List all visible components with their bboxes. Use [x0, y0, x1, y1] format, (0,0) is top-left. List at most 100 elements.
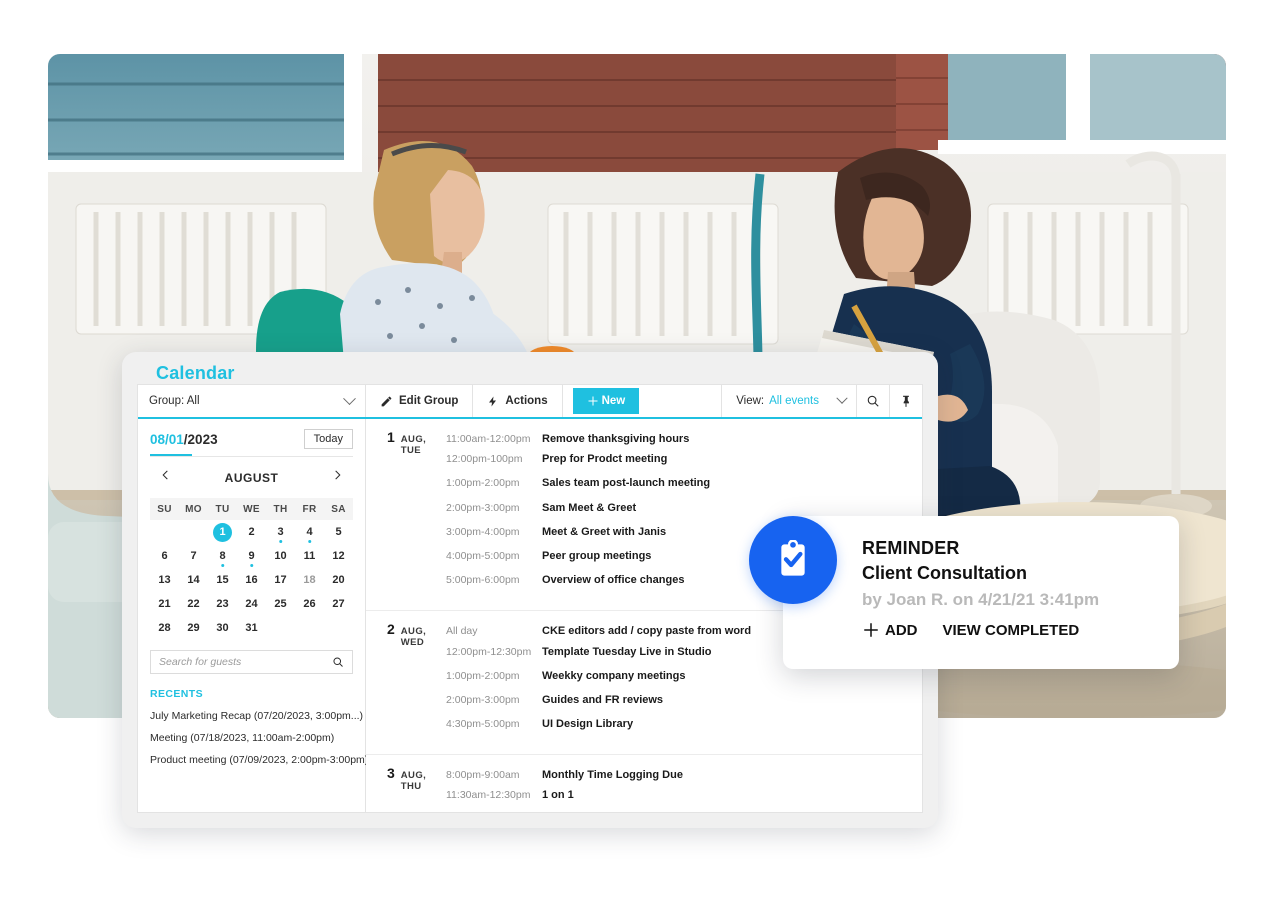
event-title: Sam Meet & Greet	[542, 501, 637, 514]
recent-item[interactable]: Meeting (07/18/2023, 11:00am-2:00pm)	[150, 732, 353, 744]
day-cell-20[interactable]: 20	[324, 568, 353, 592]
event-row[interactable]: 11:30am-12:30pm 1 on 1	[366, 789, 922, 812]
day-cell-27[interactable]: 27	[324, 592, 353, 616]
group-filter-dropdown[interactable]: Group: All	[138, 385, 366, 417]
chevron-right-icon	[335, 470, 341, 480]
prev-month-button[interactable]	[156, 466, 175, 489]
weekday-header-row: SU MO TU WE TH FR SA	[150, 498, 353, 520]
event-row[interactable]: 2:00pm-3:00pm Guides and FR reviews	[366, 694, 922, 718]
day-cell-23[interactable]: 23	[208, 592, 237, 616]
event-day-number: 2	[387, 621, 395, 638]
day-event-dot	[220, 563, 225, 567]
weekday-we: WE	[243, 503, 260, 515]
day-number: 31	[245, 622, 258, 634]
weekday-sa: SA	[331, 503, 346, 515]
day-cell-15[interactable]: 15	[208, 568, 237, 592]
day-cell-24[interactable]: 24	[237, 592, 266, 616]
day-cell-13[interactable]: 13	[150, 568, 179, 592]
day-event-dot	[278, 539, 283, 543]
next-month-button[interactable]	[328, 466, 347, 489]
day-number: 14	[187, 574, 200, 586]
day-number: 6	[161, 550, 168, 562]
day-cell-6[interactable]: 6	[150, 544, 179, 568]
plus-icon	[864, 623, 878, 637]
pin-button[interactable]	[889, 385, 922, 417]
day-number: 25	[274, 598, 287, 610]
recent-item[interactable]: Product meeting (07/09/2023, 2:00pm-3:00…	[150, 754, 368, 766]
day-number: 27	[332, 598, 345, 610]
day-cell-5[interactable]: 5	[324, 520, 353, 544]
chevron-down-icon	[343, 391, 356, 405]
event-title: 1 on 1	[542, 789, 574, 802]
event-time: 12:00pm-100pm	[446, 453, 523, 466]
event-row[interactable]: 12:00pm-100pm Prep for Prodct meeting	[366, 453, 922, 477]
search-icon	[867, 395, 879, 407]
day-cell-11[interactable]: 11	[295, 544, 324, 568]
plus-icon	[588, 396, 598, 406]
new-button[interactable]: New	[572, 388, 640, 414]
day-cell-17[interactable]: 17	[266, 568, 295, 592]
day-cell-26[interactable]: 26	[295, 592, 324, 616]
edit-group-button[interactable]: Edit Group	[366, 385, 474, 417]
event-day-name: AUG, WED	[400, 626, 427, 649]
event-time: 2:00pm-3:00pm	[446, 693, 520, 706]
reminder-icon-badge	[749, 516, 837, 604]
day-cell-3[interactable]: 3	[266, 520, 295, 544]
event-row[interactable]: 4:30pm-5:00pm UI Design Library	[366, 718, 922, 742]
day-cell-30[interactable]: 30	[208, 616, 237, 640]
reminder-view-completed-button[interactable]: VIEW COMPLETED	[943, 622, 1080, 639]
day-cell-22[interactable]: 22	[179, 592, 208, 616]
reminder-add-button[interactable]: ADD	[862, 621, 918, 639]
search-button[interactable]	[856, 385, 889, 417]
day-cell-2[interactable]: 2	[237, 520, 266, 544]
day-cell-7[interactable]: 7	[179, 544, 208, 568]
day-cell-empty	[324, 616, 353, 640]
day-cell-29[interactable]: 29	[179, 616, 208, 640]
day-number: 8	[219, 550, 226, 562]
guest-search-input[interactable]	[159, 656, 332, 668]
event-row[interactable]: 1 AUG, TUE 11:00am-12:00pm Remove thanksgiv…	[366, 429, 922, 456]
day-cell-28[interactable]: 28	[150, 616, 179, 640]
day-cell-12[interactable]: 12	[324, 544, 353, 568]
day-cell-10[interactable]: 10	[266, 544, 295, 568]
event-row[interactable]: 1:00pm-2:00pm Sales team post-launch meet…	[366, 477, 922, 501]
lightning-icon	[489, 396, 497, 406]
group-filter-label: Group: All	[149, 395, 200, 407]
page-title: Calendar	[156, 363, 235, 383]
actions-button[interactable]: Actions	[473, 385, 563, 417]
day-number: 4	[306, 526, 313, 538]
day-number: 17	[274, 574, 287, 586]
day-cell-21[interactable]: 21	[150, 592, 179, 616]
day-cell-25[interactable]: 25	[266, 592, 295, 616]
reminder-title: Client Consultation	[862, 563, 1027, 583]
guest-search-field[interactable]	[150, 650, 353, 674]
selected-date-row: 08/01/2023 Today	[150, 429, 353, 449]
event-row[interactable]: 1:00pm-2:00pm Weekky company meetings	[366, 670, 922, 694]
day-event-dot	[249, 563, 254, 567]
view-filter-dropdown[interactable]: View: All events	[722, 385, 856, 417]
day-number: 9	[248, 550, 255, 562]
event-time: 3:00pm-4:00pm	[446, 525, 520, 538]
day-cell-1[interactable]: 1	[208, 520, 237, 544]
day-number: 30	[216, 622, 229, 634]
day-cell-4[interactable]: 4	[295, 520, 324, 544]
day-cell-9[interactable]: 9	[237, 544, 266, 568]
day-cell-8[interactable]: 8	[208, 544, 237, 568]
day-cell-18[interactable]: 18	[295, 568, 324, 592]
recent-item[interactable]: July Marketing Recap (07/20/2023, 3:00pm…	[150, 710, 363, 722]
weekday-mo: MO	[185, 503, 202, 515]
selected-date-year: /2023	[183, 431, 218, 447]
event-title: Peer group meetings	[542, 549, 652, 562]
day-number: 16	[245, 574, 258, 586]
today-button[interactable]: Today	[303, 429, 353, 449]
day-number: 15	[216, 574, 229, 586]
day-cell-14[interactable]: 14	[179, 568, 208, 592]
day-cell-16[interactable]: 16	[237, 568, 266, 592]
weekday-fr: FR	[302, 503, 317, 515]
day-number: 23	[216, 598, 229, 610]
day-number: 2	[248, 526, 255, 538]
day-cell-31[interactable]: 31	[237, 616, 266, 640]
reminder-add-label: ADD	[885, 621, 918, 639]
event-row[interactable]: 3 AUG, THU 8:00pm-9:00am Monthly Time Loggi…	[366, 765, 922, 792]
event-time: 8:00pm-9:00am	[446, 769, 520, 782]
